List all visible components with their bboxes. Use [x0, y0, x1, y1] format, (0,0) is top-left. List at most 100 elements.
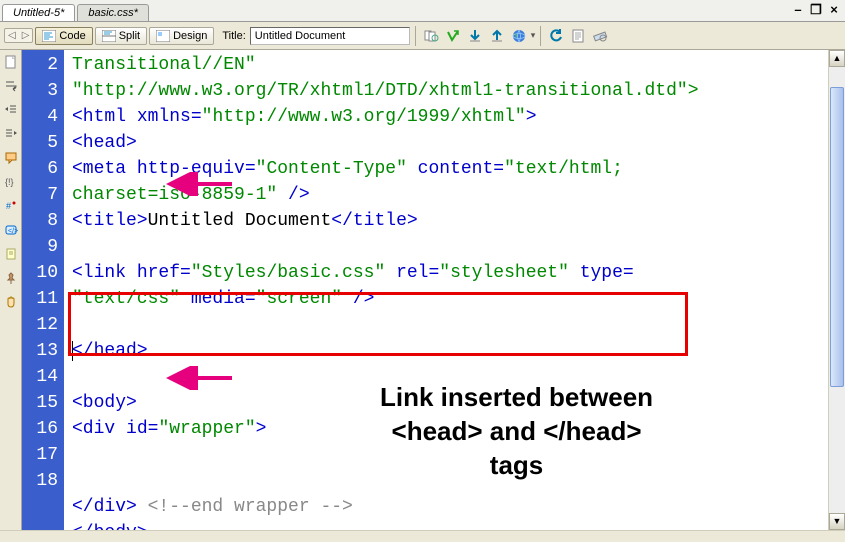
scrollbar-thumb[interactable] [830, 87, 844, 387]
nav-arrows: ◁ ▷ [4, 28, 33, 43]
code-text: </body> [72, 523, 148, 530]
vertical-scrollbar[interactable]: ▲ ▼ [828, 50, 845, 530]
code-text: charset=iso-8859-1" [72, 185, 277, 205]
code-text: </div> [72, 497, 137, 517]
design-icon [156, 30, 170, 42]
scroll-down-icon[interactable]: ▼ [829, 513, 845, 530]
snippet-icon[interactable]: </> [3, 222, 19, 238]
scroll-up-icon[interactable]: ▲ [829, 50, 845, 67]
code-text-area[interactable]: Transitional//EN" "http://www.w3.org/TR/… [64, 50, 828, 530]
code-text: </head> [72, 341, 148, 361]
code-text: <div [72, 419, 115, 439]
gutter-line: 5 [22, 130, 58, 156]
gutter-line: 7 [22, 182, 58, 208]
validate-icon[interactable] [443, 26, 463, 46]
code-text: "wrapper" [158, 419, 255, 439]
nav-back-icon[interactable]: ◁ [5, 29, 19, 42]
tab-untitled-5[interactable]: Untitled-5* [2, 4, 75, 21]
line-gutter: 2 3 4 5 6 7 8 9 10 11 12 13 14 15 16 17 … [22, 50, 64, 530]
format-icon[interactable] [3, 246, 19, 262]
code-text: "stylesheet" [439, 263, 569, 283]
file-icon[interactable] [3, 54, 19, 70]
code-text: "Content-Type" [256, 159, 407, 179]
code-text: </title> [331, 211, 417, 231]
code-text: /> [277, 185, 309, 205]
code-text: <head> [72, 133, 137, 153]
comment-icon[interactable] [3, 150, 19, 166]
window-controls: – ❐ × [791, 2, 841, 16]
code-text: <body> [72, 393, 137, 413]
view-toolbar: ◁ ▷ Code Split Design Title: ▾ [0, 22, 845, 50]
code-text: http-equiv= [126, 159, 256, 179]
line-number-icon[interactable]: # [3, 198, 19, 214]
gutter-line: 2 [22, 52, 58, 78]
outdent-icon[interactable] [3, 102, 19, 118]
svg-text:#: # [6, 201, 11, 211]
code-text: Untitled Document [148, 211, 332, 231]
svg-text:{!}: {!} [5, 177, 14, 187]
code-text: xmlns= [126, 107, 202, 127]
restore-icon[interactable]: ❐ [809, 2, 823, 16]
globe-dropdown-icon[interactable]: ▾ [531, 30, 536, 41]
code-text: <meta [72, 159, 126, 179]
indent-icon[interactable] [3, 126, 19, 142]
document-tabs: Untitled-5* basic.css* – ❐ × [0, 0, 845, 22]
design-view-label: Design [173, 30, 207, 42]
code-text: "screen" [256, 289, 342, 309]
code-text: <title> [72, 211, 148, 231]
code-text: <!--end wrapper --> [137, 497, 353, 517]
gutter-line: 10 [22, 260, 58, 286]
hand-icon[interactable] [3, 294, 19, 310]
code-text: rel= [385, 263, 439, 283]
code-text: "text/css" [72, 289, 180, 309]
code-view-button[interactable]: Code [35, 27, 92, 45]
code-text: Transitional//EN" [72, 55, 256, 75]
title-label: Title: [222, 30, 245, 42]
gutter-line: 9 [22, 234, 58, 260]
gutter-line: 17 [22, 442, 58, 468]
title-input[interactable] [250, 27, 410, 45]
code-text: /> [342, 289, 374, 309]
nav-forward-icon[interactable]: ▷ [19, 29, 33, 42]
gutter-line: 8 [22, 208, 58, 234]
code-text: "http://www.w3.org/1999/xhtml" [202, 107, 526, 127]
upload-icon[interactable] [487, 26, 507, 46]
ruler-icon[interactable] [590, 26, 610, 46]
code-text: content= [407, 159, 504, 179]
minimize-icon[interactable]: – [791, 2, 805, 16]
gutter-line: 18 [22, 468, 58, 494]
split-view-button[interactable]: Split [95, 27, 147, 45]
horizontal-scrollbar[interactable] [0, 530, 845, 542]
gutter-line: 3 [22, 78, 58, 104]
tab-basic-css[interactable]: basic.css* [77, 4, 149, 21]
editor-area: {!} # </> 2 3 4 5 6 7 8 9 10 11 12 13 14… [0, 50, 845, 530]
code-text: > [526, 107, 537, 127]
pin-icon[interactable] [3, 270, 19, 286]
code-text: <link [72, 263, 126, 283]
code-text: "text/html; [504, 159, 623, 179]
code-text: "Styles/basic.css" [191, 263, 385, 283]
gutter-line: 6 [22, 156, 58, 182]
close-icon[interactable]: × [827, 2, 841, 16]
code-text: media= [180, 289, 256, 309]
code-icon [42, 30, 56, 42]
design-view-button[interactable]: Design [149, 27, 214, 45]
code-text: "http://www.w3.org/TR/xhtml1/DTD/xhtml1-… [72, 81, 699, 101]
gutter-line: 4 [22, 104, 58, 130]
gutter-line: 16 [22, 416, 58, 442]
code-text: id= [115, 419, 158, 439]
scrollbar-track[interactable] [829, 67, 845, 513]
invalid-code-icon[interactable]: {!} [3, 174, 19, 190]
document-options-icon[interactable] [568, 26, 588, 46]
gutter-line: 11 [22, 286, 58, 312]
download-icon[interactable] [465, 26, 485, 46]
gutter-line: 12 [22, 312, 58, 338]
gutter-line: 15 [22, 390, 58, 416]
split-view-label: Split [119, 30, 140, 42]
code-text: type= [569, 263, 634, 283]
refresh-icon[interactable] [546, 26, 566, 46]
globe-icon[interactable] [509, 26, 529, 46]
wrap-icon[interactable] [3, 78, 19, 94]
gutter-line: 14 [22, 364, 58, 390]
file-tools-icon[interactable] [421, 26, 441, 46]
